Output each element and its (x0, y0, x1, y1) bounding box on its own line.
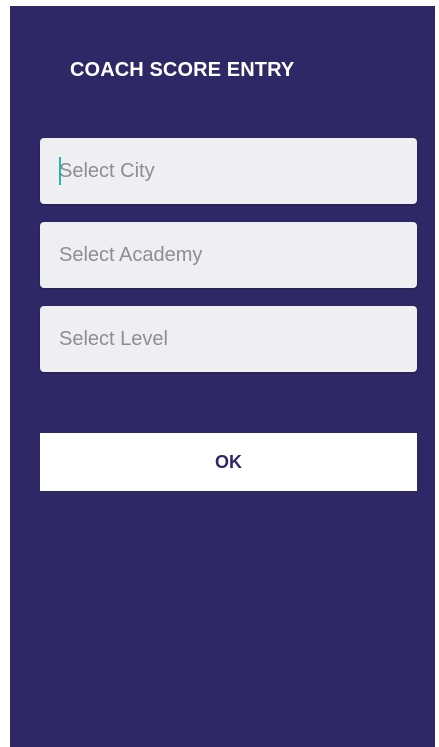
academy-select-field[interactable] (40, 222, 417, 288)
ok-button[interactable]: OK (40, 433, 417, 491)
level-select-field[interactable] (40, 306, 417, 372)
city-select-field[interactable] (40, 138, 417, 204)
level-input[interactable] (40, 306, 417, 372)
text-cursor (59, 157, 61, 185)
city-input[interactable] (40, 138, 417, 204)
page-title: COACH SCORE ENTRY (70, 59, 295, 81)
academy-input[interactable] (40, 222, 417, 288)
coach-score-entry-screen: COACH SCORE ENTRY OK (10, 6, 435, 747)
